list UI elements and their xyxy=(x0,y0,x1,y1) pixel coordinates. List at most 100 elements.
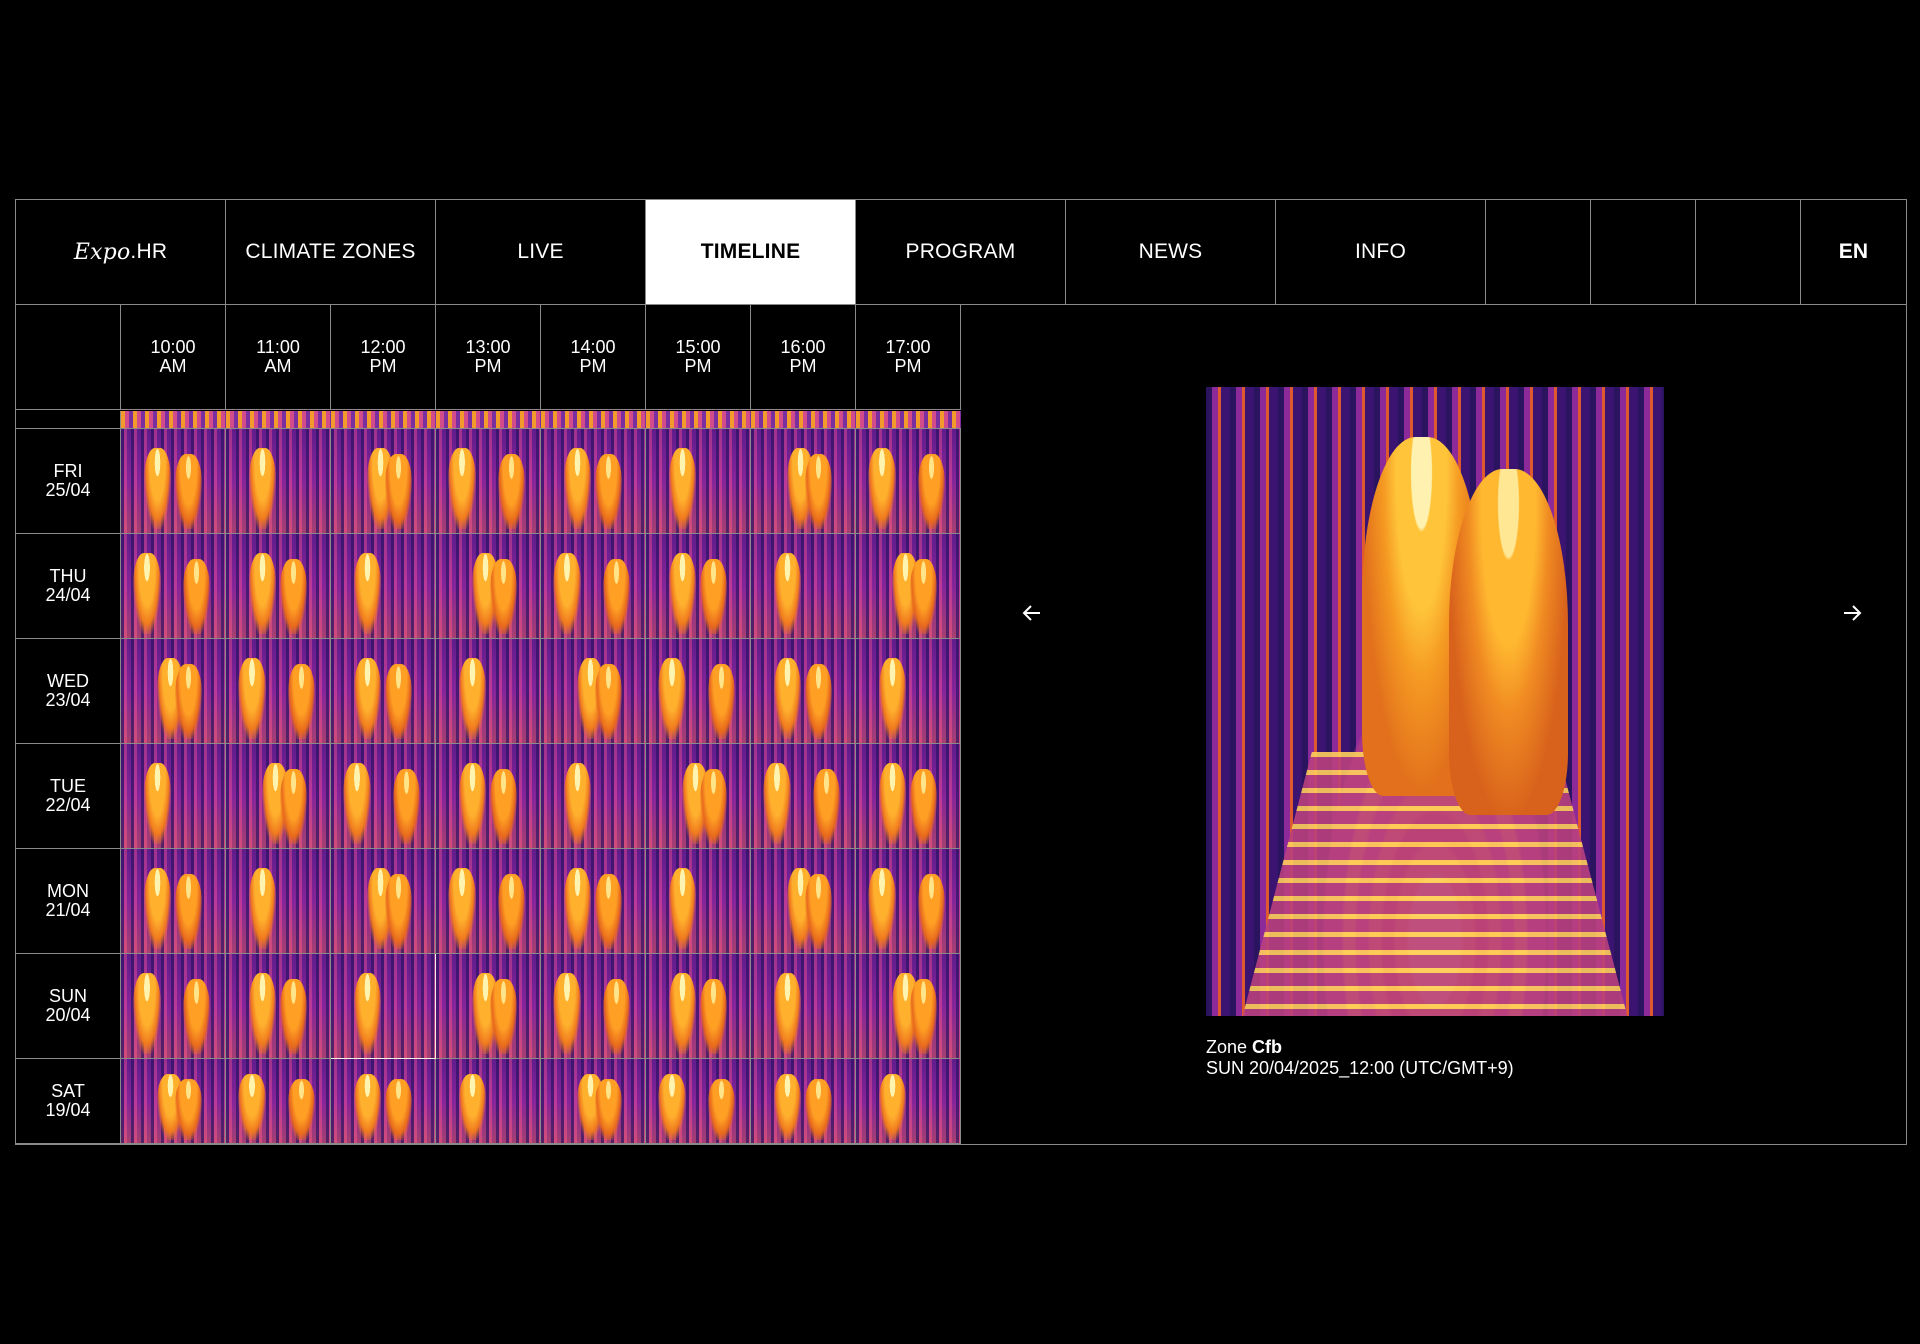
timeline-thumbnail[interactable] xyxy=(541,639,646,744)
thermal-photo xyxy=(1206,387,1664,1016)
timeline-thumbnail[interactable] xyxy=(121,954,226,1059)
time-label: 13:00 xyxy=(465,337,511,357)
main-navigation: Expo .HR CLIMATE ZONES LIVE TIMELINE PROG… xyxy=(16,200,1906,305)
timeline-thumbnail[interactable] xyxy=(646,1059,751,1144)
timeline-thumbnail[interactable] xyxy=(751,1059,856,1144)
timeline-thumbnail[interactable] xyxy=(541,1059,646,1144)
timeline-thumbnail[interactable] xyxy=(856,849,961,954)
day-row-header: MON 21/04 xyxy=(16,849,121,954)
partial-thumbnail[interactable] xyxy=(121,411,226,429)
timeline-thumbnail[interactable] xyxy=(856,954,961,1059)
thumbnail-image xyxy=(436,744,540,848)
partial-thumbnail[interactable] xyxy=(646,411,751,429)
partial-thumbnail[interactable] xyxy=(331,411,436,429)
timeline-thumbnail[interactable] xyxy=(121,849,226,954)
timeline-thumbnail[interactable] xyxy=(121,744,226,849)
timeline-thumbnail[interactable] xyxy=(646,954,751,1059)
thumbnail-image xyxy=(121,411,226,428)
timeline-thumbnail[interactable] xyxy=(856,639,961,744)
timeline-thumbnail[interactable] xyxy=(121,429,226,534)
timeline-thumbnail[interactable] xyxy=(856,1059,961,1144)
timeline-thumbnail[interactable] xyxy=(436,1059,541,1144)
timeline-thumbnail[interactable] xyxy=(646,744,751,849)
thumbnail-image xyxy=(436,1059,540,1143)
nav-info[interactable]: INFO xyxy=(1276,200,1486,304)
timeline-thumbnail[interactable] xyxy=(436,429,541,534)
nav-empty-2 xyxy=(1591,200,1696,304)
timeline-thumbnail[interactable] xyxy=(226,744,331,849)
timeline-thumbnail[interactable] xyxy=(856,744,961,849)
thumbnail-image xyxy=(121,1059,225,1143)
arrow-left-icon[interactable] xyxy=(1014,595,1050,631)
timeline-thumbnail[interactable] xyxy=(436,534,541,639)
timeline-thumbnail[interactable] xyxy=(331,639,436,744)
time-label: 11:00 xyxy=(256,337,300,357)
timeline-thumbnail[interactable] xyxy=(646,639,751,744)
thumbnail-image xyxy=(436,639,540,743)
logo[interactable]: Expo .HR xyxy=(16,200,226,304)
thumbnail-image xyxy=(121,639,225,743)
time-label: 16:00 xyxy=(780,337,826,357)
timeline-thumbnail[interactable] xyxy=(751,744,856,849)
timeline-thumbnail[interactable] xyxy=(226,1059,331,1144)
timeline-thumbnail[interactable] xyxy=(541,534,646,639)
thumbnail-image xyxy=(646,849,750,953)
timeline-thumbnail[interactable] xyxy=(751,639,856,744)
timeline-thumbnail[interactable] xyxy=(856,534,961,639)
timeline-thumbnail[interactable] xyxy=(226,429,331,534)
nav-news[interactable]: NEWS xyxy=(1066,200,1276,304)
timeline-thumbnail[interactable] xyxy=(856,429,961,534)
timeline-thumbnail[interactable] xyxy=(121,534,226,639)
timeline-thumbnail[interactable] xyxy=(541,744,646,849)
partial-thumbnail[interactable] xyxy=(226,411,331,429)
timeline-thumbnail[interactable] xyxy=(751,954,856,1059)
timeline-thumbnail[interactable] xyxy=(646,429,751,534)
timeline-thumbnail[interactable] xyxy=(226,954,331,1059)
nav-timeline[interactable]: TIMELINE xyxy=(646,200,856,304)
timeline-thumbnail[interactable] xyxy=(751,534,856,639)
timeline-thumbnail[interactable] xyxy=(436,849,541,954)
nav-empty-3 xyxy=(1696,200,1801,304)
time-period: PM xyxy=(894,356,922,376)
timeline-thumbnail[interactable] xyxy=(541,429,646,534)
timeline-thumbnail[interactable] xyxy=(226,639,331,744)
timeline-thumbnail[interactable] xyxy=(331,1059,436,1144)
timeline-thumbnail[interactable] xyxy=(751,849,856,954)
thumbnail-image xyxy=(646,429,750,533)
timeline-thumbnail[interactable] xyxy=(226,534,331,639)
thumbnail-image xyxy=(541,744,645,848)
nav-live[interactable]: LIVE xyxy=(436,200,646,304)
timeline-thumbnail[interactable] xyxy=(331,534,436,639)
timeline-thumbnail[interactable] xyxy=(646,534,751,639)
nav-climate-zones[interactable]: CLIMATE ZONES xyxy=(226,200,436,304)
timeline-thumbnail[interactable] xyxy=(436,639,541,744)
day-row-header: FRI 25/04 xyxy=(16,429,121,534)
timeline-thumbnail[interactable] xyxy=(436,954,541,1059)
timeline-thumbnail[interactable] xyxy=(226,849,331,954)
timeline-thumbnail[interactable] xyxy=(331,429,436,534)
thumbnail-image xyxy=(751,1059,855,1143)
timeline-thumbnail[interactable] xyxy=(331,849,436,954)
thumbnail-image xyxy=(331,534,435,638)
timeline-thumbnail[interactable] xyxy=(541,954,646,1059)
timeline-thumbnail[interactable] xyxy=(331,744,436,849)
time-label: 17:00 xyxy=(885,337,931,357)
thumbnail-image xyxy=(646,744,750,848)
partial-thumbnail[interactable] xyxy=(751,411,856,429)
language-switch[interactable]: EN xyxy=(1801,200,1906,304)
arrow-right-icon[interactable] xyxy=(1834,595,1870,631)
timeline-thumbnail[interactable] xyxy=(121,1059,226,1144)
timeline-thumbnail[interactable] xyxy=(751,429,856,534)
partial-thumbnail[interactable] xyxy=(541,411,646,429)
timeline-thumbnail[interactable] xyxy=(541,849,646,954)
timeline-thumbnail[interactable] xyxy=(331,954,436,1059)
day-date: 24/04 xyxy=(45,585,91,605)
timeline-thumbnail[interactable] xyxy=(646,849,751,954)
partial-thumbnail[interactable] xyxy=(856,411,961,429)
partial-thumbnail[interactable] xyxy=(436,411,541,429)
timeline-thumbnail[interactable] xyxy=(436,744,541,849)
timeline-thumbnail[interactable] xyxy=(121,639,226,744)
thumbnail-image xyxy=(436,534,540,638)
logo-italic: Expo xyxy=(73,239,131,265)
nav-program[interactable]: PROGRAM xyxy=(856,200,1066,304)
